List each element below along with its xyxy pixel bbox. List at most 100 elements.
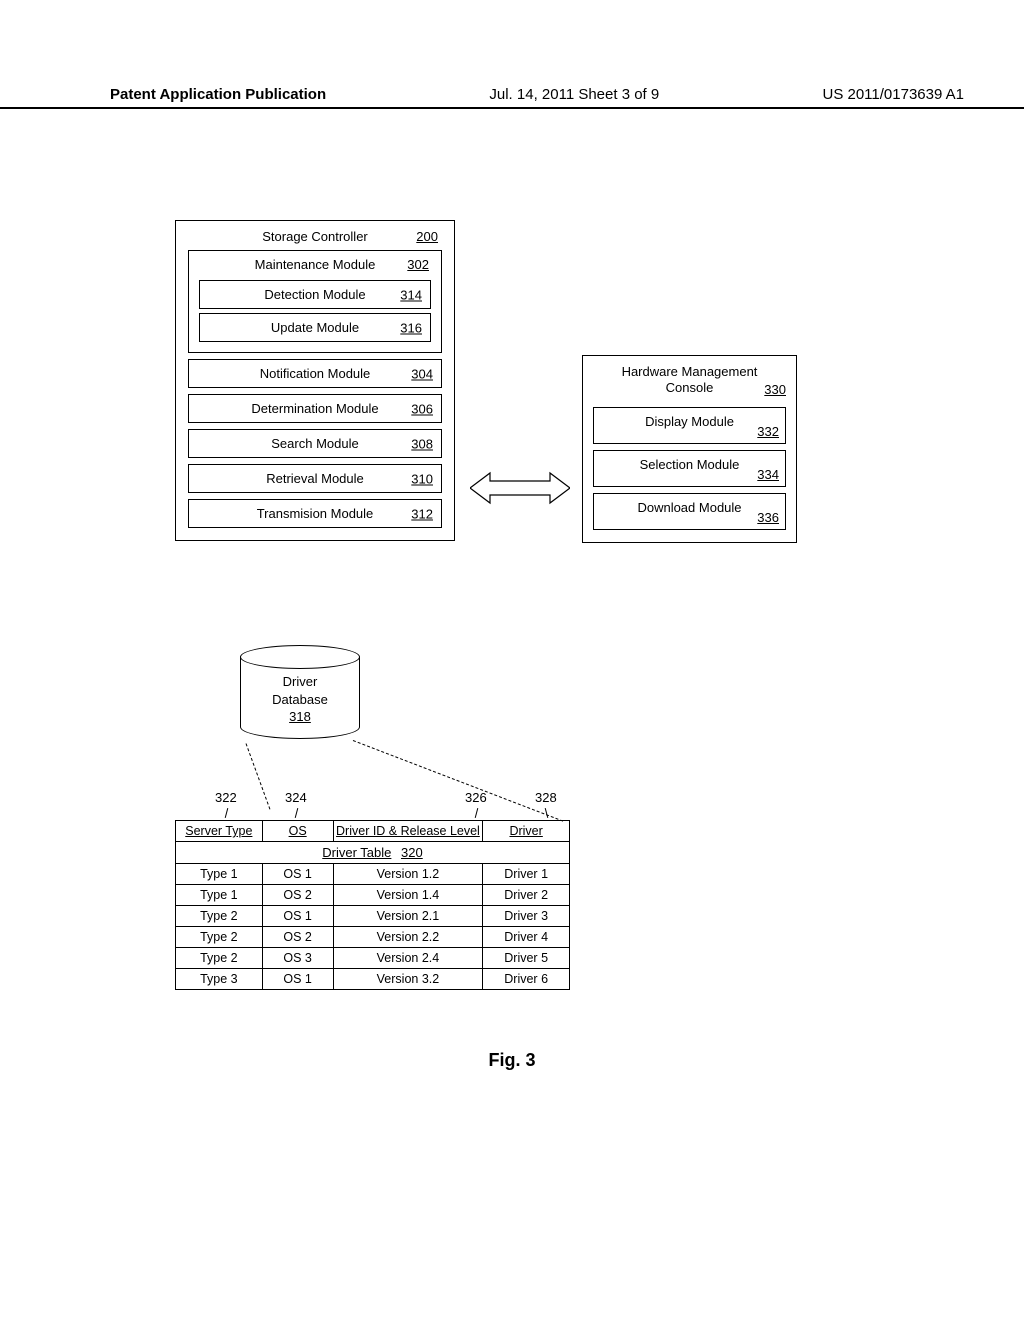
col-ref-326-text: 326 <box>465 790 487 805</box>
detection-module-ref: 314 <box>400 287 422 302</box>
col-ref-322: 322 <box>215 790 237 805</box>
table-cell: OS 1 <box>262 906 333 927</box>
table-cell: Version 2.1 <box>333 906 483 927</box>
table-cell: OS 1 <box>262 864 333 885</box>
driver-table-title-label: Driver Table <box>322 845 391 860</box>
hmc-title: Hardware Management Console 330 <box>589 362 790 401</box>
table-cell: OS 2 <box>262 927 333 948</box>
display-module-ref: 332 <box>757 424 779 439</box>
table-cell: Driver 5 <box>483 948 570 969</box>
notification-module-ref: 304 <box>411 366 433 381</box>
maintenance-module-ref: 302 <box>407 257 429 272</box>
header-driver: Driver <box>483 821 570 842</box>
storage-controller-box: Storage Controller 200 Maintenance Modul… <box>175 220 455 541</box>
figure-label: Fig. 3 <box>0 1050 1024 1071</box>
hmc-ref: 330 <box>764 382 786 398</box>
update-module-ref: 316 <box>400 320 422 335</box>
maintenance-module-box: Maintenance Module 302 Detection Module … <box>188 250 442 353</box>
storage-controller-ref: 200 <box>416 229 438 244</box>
table-cell: Version 1.2 <box>333 864 483 885</box>
driver-table: Driver Table 320 Server Type OS Driver I… <box>175 820 570 990</box>
selection-module-box: Selection Module 334 <box>593 450 786 487</box>
page-header: Patent Application Publication Jul. 14, … <box>0 86 1024 109</box>
table-cell: Driver 2 <box>483 885 570 906</box>
col-ref-324: 324 <box>285 790 307 805</box>
col-ref-326: 326 <box>465 790 487 805</box>
determination-module-ref: 306 <box>411 401 433 416</box>
driver-table-title-cell: Driver Table 320 <box>176 842 570 864</box>
transmission-module-label: Transmision Module <box>257 506 374 521</box>
driver-database-cylinder: Driver Database 318 <box>240 645 360 745</box>
display-module-label: Display Module <box>645 414 734 429</box>
hardware-management-console-box: Hardware Management Console 330 Display … <box>582 355 797 543</box>
driver-database-top-ellipse <box>240 645 360 669</box>
transmission-module-box: Transmision Module 312 <box>188 499 442 528</box>
transmission-module-ref: 312 <box>411 506 433 521</box>
storage-controller-label: Storage Controller <box>262 229 368 244</box>
header-server-type-text: Server Type <box>185 824 252 838</box>
table-cell: Driver 6 <box>483 969 570 990</box>
determination-module-box: Determination Module 306 <box>188 394 442 423</box>
table-cell: Version 2.2 <box>333 927 483 948</box>
tick-icon <box>295 808 299 818</box>
tick-icon <box>225 808 229 818</box>
table-row: Type 1OS 1Version 1.2Driver 1 <box>176 864 570 885</box>
driver-database-body: Driver Database 318 <box>240 657 360 739</box>
table-cell: Type 2 <box>176 948 263 969</box>
driver-database-ref: 318 <box>241 708 359 726</box>
selection-module-label: Selection Module <box>640 457 740 472</box>
driver-table-container: Driver Table 320 Server Type OS Driver I… <box>175 820 570 990</box>
col-ref-328: 328 <box>535 790 557 805</box>
bidirectional-arrow-icon <box>470 468 570 508</box>
tick-icon <box>475 808 479 818</box>
search-module-label: Search Module <box>271 436 358 451</box>
notification-module-box: Notification Module 304 <box>188 359 442 388</box>
col-ref-328-text: 328 <box>535 790 557 805</box>
header-os: OS <box>262 821 333 842</box>
storage-controller-title: Storage Controller 200 <box>182 227 448 250</box>
driver-table-title-row: Driver Table 320 <box>176 842 570 864</box>
driver-table-header-row: Server Type OS Driver ID & Release Level… <box>176 821 570 842</box>
table-row: Type 2OS 1Version 2.1Driver 3 <box>176 906 570 927</box>
detection-module-label: Detection Module <box>264 287 365 302</box>
driver-database-line1: Driver <box>241 673 359 691</box>
table-cell: Version 3.2 <box>333 969 483 990</box>
table-cell: Type 3 <box>176 969 263 990</box>
retrieval-module-ref: 310 <box>411 471 433 486</box>
table-cell: Driver 1 <box>483 864 570 885</box>
table-cell: OS 3 <box>262 948 333 969</box>
table-row: Type 2OS 2Version 2.2Driver 4 <box>176 927 570 948</box>
col-ref-322-text: 322 <box>215 790 237 805</box>
update-module-box: Update Module 316 <box>199 313 431 342</box>
header-date-sheet: Jul. 14, 2011 Sheet 3 of 9 <box>489 86 659 103</box>
header-driver-id-text: Driver ID & Release Level <box>336 824 480 838</box>
header-os-text: OS <box>289 824 307 838</box>
download-module-ref: 336 <box>757 510 779 525</box>
selection-module-ref: 334 <box>757 467 779 482</box>
hmc-title-line1: Hardware Management <box>589 364 790 380</box>
column-reference-labels: 322 324 326 328 <box>175 790 575 820</box>
detection-module-box: Detection Module 314 <box>199 280 431 309</box>
retrieval-module-box: Retrieval Module 310 <box>188 464 442 493</box>
table-cell: Type 2 <box>176 927 263 948</box>
driver-table-body: Type 1OS 1Version 1.2Driver 1Type 1OS 2V… <box>176 864 570 990</box>
table-cell: OS 1 <box>262 969 333 990</box>
table-cell: Type 2 <box>176 906 263 927</box>
table-cell: Driver 3 <box>483 906 570 927</box>
tick-icon <box>545 808 549 818</box>
download-module-box: Download Module 336 <box>593 493 786 530</box>
table-cell: Version 2.4 <box>333 948 483 969</box>
header-driver-id: Driver ID & Release Level <box>333 821 483 842</box>
table-row: Type 3OS 1Version 3.2Driver 6 <box>176 969 570 990</box>
driver-database-line2: Database <box>241 691 359 709</box>
header-publication: Patent Application Publication <box>110 86 326 103</box>
table-cell: Driver 4 <box>483 927 570 948</box>
table-row: Type 1OS 2Version 1.4Driver 2 <box>176 885 570 906</box>
determination-module-label: Determination Module <box>251 401 378 416</box>
maintenance-module-label: Maintenance Module <box>255 257 376 272</box>
driver-table-title-ref: 320 <box>401 845 423 860</box>
display-module-box: Display Module 332 <box>593 407 786 444</box>
notification-module-label: Notification Module <box>260 366 371 381</box>
header-server-type: Server Type <box>176 821 263 842</box>
maintenance-module-title: Maintenance Module 302 <box>193 255 437 276</box>
